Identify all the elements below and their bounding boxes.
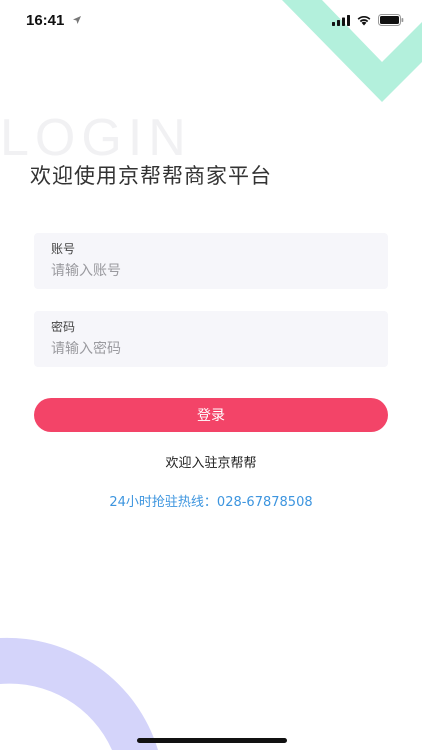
cellular-signal-icon (332, 15, 350, 26)
join-link[interactable]: 欢迎入驻京帮帮 (0, 452, 422, 471)
status-bar: 16:41 (0, 0, 422, 44)
battery-icon (378, 14, 404, 26)
password-label: 密码 (51, 320, 76, 334)
account-input[interactable] (51, 263, 371, 279)
login-button[interactable]: 登录 (34, 398, 388, 432)
password-field[interactable]: 密码 (34, 311, 388, 367)
home-indicator[interactable] (137, 738, 287, 743)
login-watermark: LOGIN (0, 109, 192, 167)
location-arrow-icon (73, 16, 81, 24)
password-input[interactable] (51, 341, 371, 357)
status-time: 16:41 (26, 12, 65, 29)
decorative-ring-shape (0, 637, 158, 750)
account-field[interactable]: 账号 (34, 233, 388, 289)
page-title: 欢迎使用京帮帮商家平台 (30, 164, 272, 188)
wifi-icon (357, 16, 371, 26)
hotline-text[interactable]: 24小时抢驻热线：028-67878508 (0, 491, 422, 510)
account-label: 账号 (51, 242, 76, 256)
